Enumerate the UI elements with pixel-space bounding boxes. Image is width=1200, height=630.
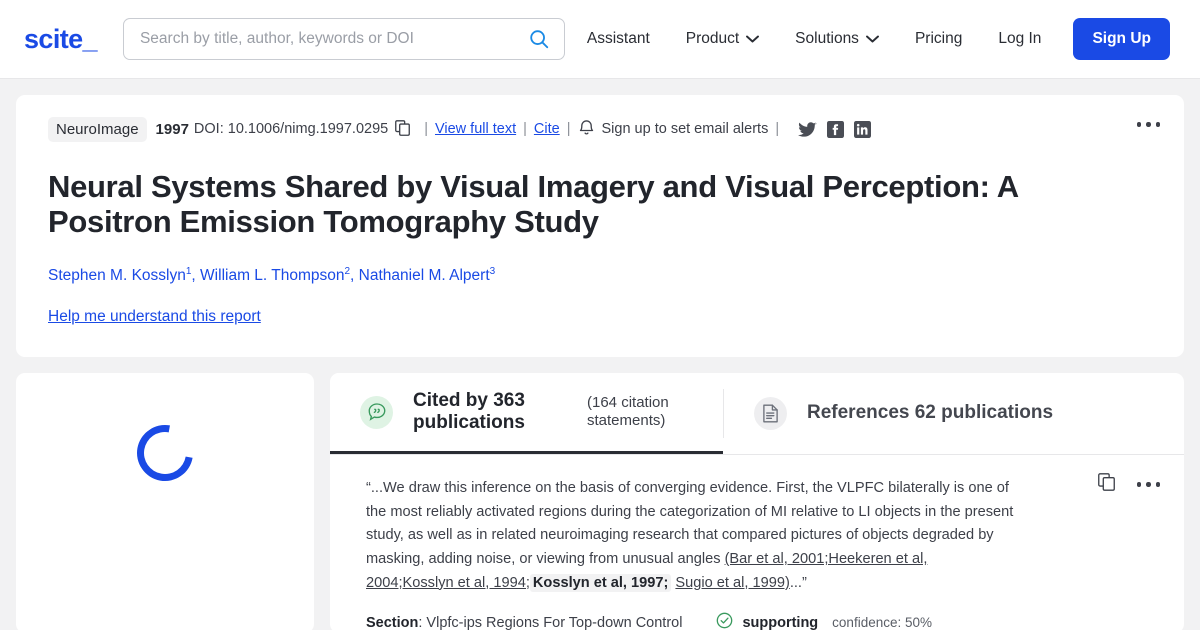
citation-statements-count: (164 citation statements) [587,394,669,429]
separator: | [424,121,428,138]
page-title: Neural Systems Shared by Visual Imagery … [48,169,1018,240]
scite-logo[interactable]: scite_ [24,24,98,55]
author-link[interactable]: Stephen M. Kosslyn1 [48,266,191,285]
citation-statement: “...We draw this inference on the basis … [330,455,1184,630]
copy-doi-icon[interactable] [395,119,411,140]
dot [1155,482,1160,487]
nav-item-login[interactable]: Log In [980,30,1059,48]
tab-references[interactable]: References 62 publications [724,373,1080,454]
nav-item-pricing[interactable]: Pricing [897,30,980,48]
author-separator: , [350,267,359,285]
statement-text: “...We draw this inference on the basis … [366,477,1014,595]
author-name: William L. Thompson [200,267,345,285]
nav-label: Solutions [795,30,859,47]
author-link[interactable]: Nathaniel M. Alpert3 [358,266,496,285]
author-affiliation-marker: 3 [489,266,496,278]
help-understand-report-link[interactable]: Help me understand this report [48,308,261,326]
sign-up-button[interactable]: Sign Up [1073,18,1170,60]
paper-more-options-button[interactable] [1136,122,1160,127]
statement-metadata: Section: Vlpfc-ips Regions For Top-down … [366,612,1154,630]
dot [1146,482,1151,487]
sidebar-loading-card [16,373,314,630]
search-input[interactable] [139,30,528,48]
status-badge: supporting [742,614,819,630]
dot [1136,482,1141,487]
bell-icon[interactable] [579,119,594,140]
dot [1146,122,1151,127]
nav-item-solutions[interactable]: Solutions [777,30,897,48]
dot [1136,122,1141,127]
loading-spinner-icon [126,414,204,492]
social-share-group [798,121,872,138]
copy-statement-icon[interactable] [1097,473,1115,496]
nav-label: Assistant [586,30,650,47]
author-separator: , [191,267,201,285]
twitter-icon[interactable] [798,121,817,138]
tab-cited-by[interactable]: Cited by 363 publications (164 citation … [330,373,723,454]
chevron-down-icon [746,30,760,48]
tab-cited-by-label: Cited by 363 publications [413,389,525,433]
dot [1155,122,1160,127]
author-list: Stephen M. Kosslyn1, William L. Thompson… [48,265,1160,286]
search-box[interactable] [122,18,565,60]
main-navigation: Assistant Product Solutions Pricing Log … [569,18,1170,60]
author-link[interactable]: William L. Thompson2 [200,266,350,285]
citation-tabs: Cited by 363 publications (164 citation … [330,373,1184,455]
paper-header-card: NeuroImage 1997 DOI: 10.1006/nimg.1997.0… [16,95,1184,357]
support-group: supporting confidence: 50% [716,612,932,630]
cite-link[interactable]: Cite [534,122,560,137]
section-value: : Vlpfc-ips Regions For Top-down Control [418,614,683,630]
document-icon [754,397,787,430]
nav-item-assistant[interactable]: Assistant [569,30,668,48]
facebook-icon[interactable] [827,121,845,138]
chevron-down-icon [865,30,879,48]
section-label: Section [366,614,419,630]
separator: | [775,121,780,138]
lower-section: Cited by 363 publications (164 citation … [16,373,1184,630]
nav-label: Log In [998,30,1042,47]
doi-text: DOI: 10.1006/nimg.1997.0295 [193,121,389,138]
tab-references-label: References 62 publications [807,402,1054,424]
view-full-text-link[interactable]: View full text [435,122,516,137]
nav-item-product[interactable]: Product [668,30,777,48]
statement-more-options-button[interactable] [1136,482,1160,487]
nav-label: Pricing [914,30,963,47]
publication-year: 1997 [155,121,189,138]
nav-label: Product [685,30,740,47]
check-circle-icon [716,612,733,630]
citations-panel: Cited by 363 publications (164 citation … [330,373,1184,630]
site-header: scite_ Assistant Product Solutions [0,0,1200,79]
author-name: Nathaniel M. Alpert [358,267,490,285]
author-name: Stephen M. Kosslyn [48,267,186,285]
quote-bubble-icon [360,395,393,429]
statement-reference-links[interactable]: Sugio et al, 1999) [675,575,789,591]
statement-actions [1097,473,1160,496]
statement-highlighted-reference: Kosslyn et al, 1997; [529,573,672,592]
email-alerts-link[interactable]: Sign up to set email alerts [601,122,768,137]
search-icon[interactable] [528,28,550,50]
separator: | [566,121,571,138]
statement-body-end: ...” [789,574,807,591]
page-body: NeuroImage 1997 DOI: 10.1006/nimg.1997.0… [0,79,1200,630]
confidence-value: confidence: 50% [832,615,932,630]
paper-metadata-row: NeuroImage 1997 DOI: 10.1006/nimg.1997.0… [48,117,1160,142]
linkedin-icon[interactable] [854,121,872,138]
separator: | [523,121,527,138]
journal-badge[interactable]: NeuroImage [48,117,147,142]
